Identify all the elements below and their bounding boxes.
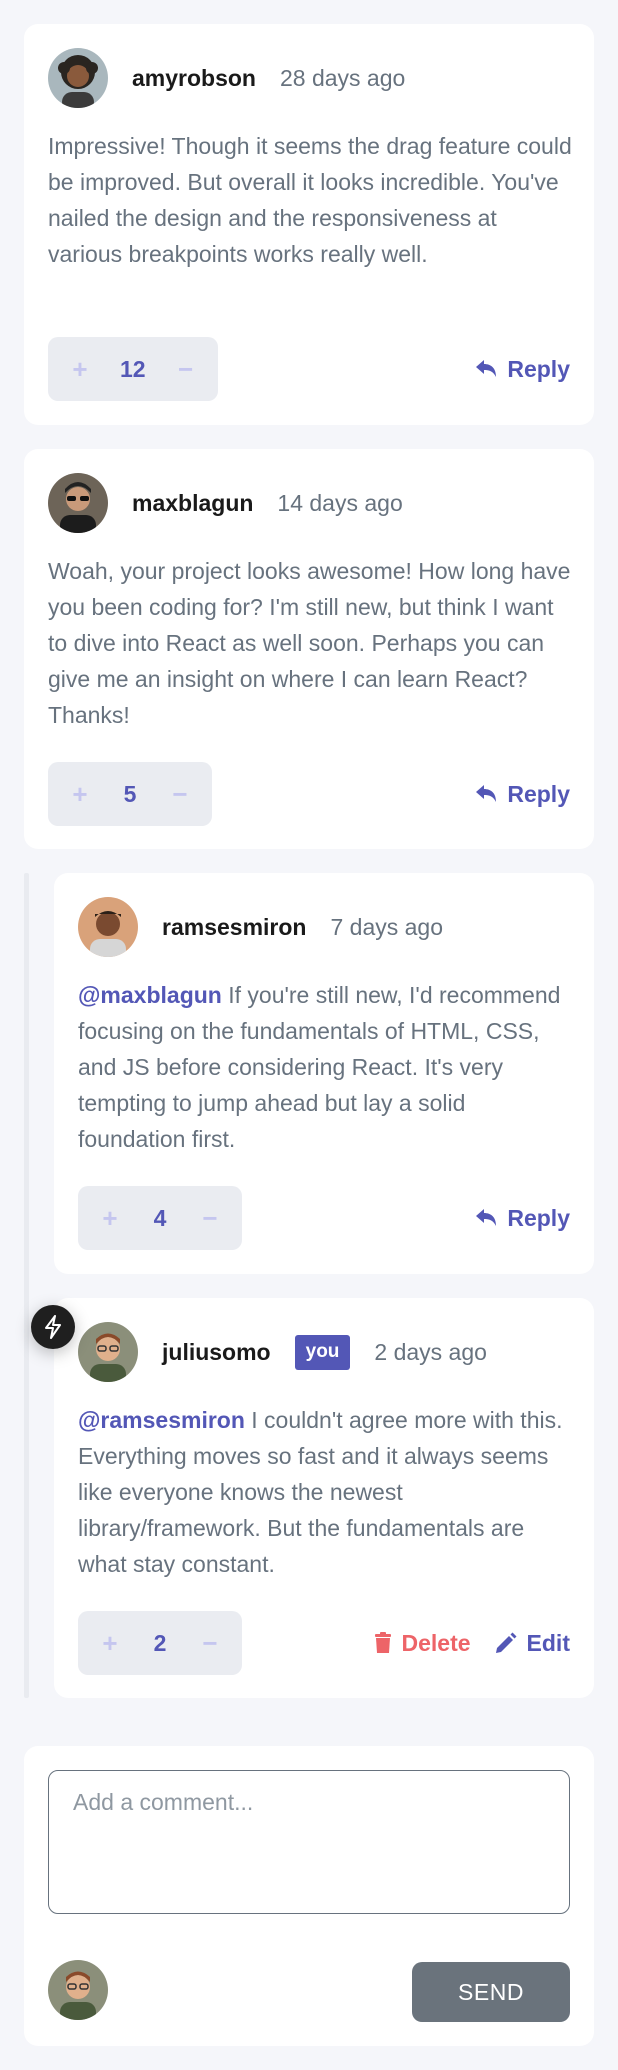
comment-text: @maxblagun If you're still new, I'd reco… bbox=[78, 977, 573, 1157]
comment-body: Woah, your project looks awesome! How lo… bbox=[48, 558, 571, 728]
pencil-icon bbox=[495, 1632, 517, 1653]
reply-card: ramsesmiron 7 days ago @maxblagun If you… bbox=[54, 873, 594, 1274]
vote-counter: + 5 − bbox=[48, 762, 212, 826]
reply-label: Reply bbox=[507, 355, 570, 382]
reply-label: Reply bbox=[507, 1204, 570, 1231]
trash-icon bbox=[374, 1632, 391, 1653]
avatar-current-user-icon bbox=[48, 1960, 108, 2020]
comment-text: Impressive! Though it seems the drag fea… bbox=[48, 128, 573, 272]
comment-header: juliusomo you 2 days ago bbox=[78, 1322, 487, 1382]
downvote-button[interactable]: − bbox=[170, 779, 190, 810]
lightning-icon bbox=[45, 1315, 61, 1339]
downvote-button[interactable]: − bbox=[200, 1628, 220, 1659]
delete-label: Delete bbox=[401, 1629, 471, 1656]
upvote-button[interactable]: + bbox=[70, 354, 90, 385]
reply-icon bbox=[476, 1209, 497, 1226]
reply-button[interactable]: Reply bbox=[475, 1205, 570, 1232]
comment-card: amyrobson 28 days ago Impressive! Though… bbox=[24, 24, 594, 425]
comment-actions: Delete Edit bbox=[374, 1611, 570, 1675]
comment-card: maxblagun 14 days ago Woah, your project… bbox=[24, 449, 594, 849]
comment-text: @ramsesmiron I couldn't agree more with … bbox=[78, 1402, 573, 1582]
vote-score: 2 bbox=[153, 1629, 167, 1656]
timestamp: 7 days ago bbox=[330, 913, 443, 940]
edit-label: Edit bbox=[526, 1629, 570, 1656]
avatar bbox=[48, 48, 108, 108]
username: amyrobson bbox=[132, 64, 256, 91]
vote-score: 5 bbox=[123, 780, 137, 807]
comment-header: ramsesmiron 7 days ago bbox=[78, 897, 443, 957]
username: maxblagun bbox=[132, 489, 254, 516]
upvote-button[interactable]: + bbox=[100, 1628, 120, 1659]
reply-thread-line bbox=[24, 873, 29, 1698]
comment-actions: Reply bbox=[475, 1186, 570, 1250]
avatar-amyrobson-icon bbox=[48, 48, 108, 108]
comment-text: Woah, your project looks awesome! How lo… bbox=[48, 553, 573, 733]
username: juliusomo bbox=[162, 1338, 271, 1365]
avatar-maxblagun-icon bbox=[48, 473, 108, 533]
reply-label: Reply bbox=[507, 780, 570, 807]
current-user-avatar bbox=[48, 1960, 108, 2020]
mention-link[interactable]: @ramsesmiron bbox=[78, 1407, 245, 1433]
send-button[interactable]: SEND bbox=[412, 1962, 570, 2022]
timestamp: 28 days ago bbox=[279, 64, 406, 91]
vote-score: 4 bbox=[153, 1204, 167, 1231]
you-badge: you bbox=[294, 1334, 351, 1370]
avatar-ramsesmiron-icon bbox=[78, 897, 138, 957]
downvote-button[interactable]: − bbox=[200, 1203, 220, 1234]
vote-counter: + 2 − bbox=[78, 1611, 242, 1675]
upvote-button[interactable]: + bbox=[70, 779, 90, 810]
downvote-button[interactable]: − bbox=[176, 354, 196, 385]
reply-button[interactable]: Reply bbox=[475, 356, 570, 383]
mention-link[interactable]: @maxblagun bbox=[78, 982, 222, 1008]
lightning-fab-button[interactable] bbox=[31, 1305, 75, 1349]
vote-counter: + 12 − bbox=[48, 337, 218, 401]
reply-icon bbox=[476, 785, 497, 802]
vote-counter: + 4 − bbox=[78, 1186, 242, 1250]
compose-card: SEND bbox=[24, 1746, 594, 2046]
comment-actions: Reply bbox=[475, 762, 570, 826]
edit-button[interactable]: Edit bbox=[495, 1630, 570, 1657]
comment-header: maxblagun 14 days ago bbox=[48, 473, 403, 533]
avatar bbox=[78, 1322, 138, 1382]
timestamp: 14 days ago bbox=[277, 489, 403, 516]
avatar bbox=[78, 897, 138, 957]
avatar-juliusomo-icon bbox=[78, 1322, 138, 1382]
vote-score: 12 bbox=[120, 355, 146, 382]
reply-card: juliusomo you 2 days ago @ramsesmiron I … bbox=[54, 1298, 594, 1698]
comment-actions: Reply bbox=[475, 337, 570, 401]
timestamp: 2 days ago bbox=[374, 1338, 487, 1365]
upvote-button[interactable]: + bbox=[100, 1203, 120, 1234]
comment-input[interactable] bbox=[48, 1770, 570, 1914]
reply-button[interactable]: Reply bbox=[475, 781, 570, 808]
reply-icon bbox=[476, 360, 497, 377]
delete-button[interactable]: Delete bbox=[374, 1630, 471, 1657]
username: ramsesmiron bbox=[162, 913, 307, 940]
avatar bbox=[48, 473, 108, 533]
comment-header: amyrobson 28 days ago bbox=[48, 48, 405, 108]
comment-body: Impressive! Though it seems the drag fea… bbox=[48, 133, 572, 267]
